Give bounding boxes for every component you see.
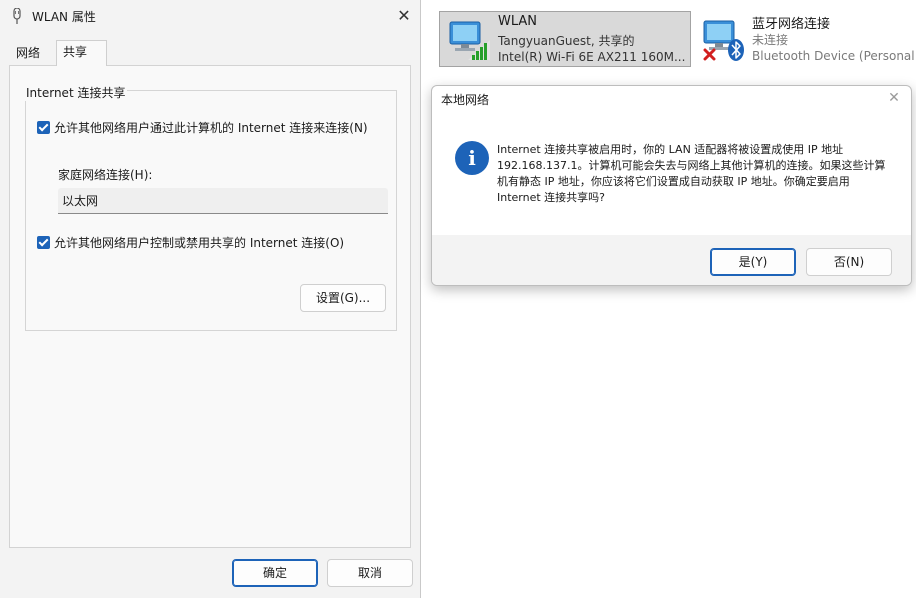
tab-network[interactable]: 网络 — [9, 41, 47, 64]
message-line: 机有静态 IP 地址，你应该将它们设置成自动获取 IP 地址。你确定要启用 — [497, 175, 850, 188]
tile-name: 蓝牙网络连接 — [752, 17, 831, 32]
dialog-title: 本地网络 — [441, 93, 490, 107]
bluetooth-adapter-icon — [703, 20, 744, 61]
tab-sharing[interactable]: 共享 — [56, 40, 107, 66]
allow-connect-checkbox[interactable] — [37, 121, 50, 134]
wlan-properties-window: WLAN 属性 ✕ 网络 共享 Internet 连接共享 允许其他网络用户通过… — [0, 0, 421, 598]
tile-status: TangyuanGuest, 共享的 — [498, 34, 635, 48]
message-line: Internet 连接共享吗? — [497, 191, 606, 204]
dialog-close-button[interactable]: ✕ — [885, 89, 903, 107]
dialog-message: Internet 连接共享被启用时，你的 LAN 适配器将被设置成使用 IP 地… — [497, 142, 887, 206]
local-network-dialog: 本地网络 ✕ i Internet 连接共享被启用时，你的 LAN 适配器将被设… — [431, 85, 912, 286]
close-button[interactable]: ✕ — [390, 4, 418, 28]
dialog-footer: 是(Y) 否(N) — [432, 235, 911, 285]
allow-control-label[interactable]: 允许其他网络用户控制或禁用共享的 Internet 连接(O) — [54, 234, 344, 251]
tile-device: Bluetooth Device (Personal A — [752, 49, 916, 63]
no-button[interactable]: 否(N) — [806, 248, 892, 276]
ics-group-title: Internet 连接共享 — [24, 84, 128, 101]
allow-control-checkbox[interactable] — [37, 236, 50, 249]
network-tile-wlan[interactable]: WLAN TangyuanGuest, 共享的 Intel(R) Wi-Fi 6… — [439, 11, 691, 67]
yes-button[interactable]: 是(Y) — [710, 248, 796, 276]
home-network-select[interactable]: 以太网 — [58, 188, 388, 214]
tile-name: WLAN — [498, 14, 538, 29]
ok-button[interactable]: 确定 — [232, 559, 318, 587]
message-line: 192.168.137.1。计算机可能会失去与网络上其他计算机的连接。如果这些计… — [497, 159, 886, 172]
tile-device: Intel(R) Wi-Fi 6E AX211 160M... — [498, 50, 686, 64]
network-tile-bluetooth[interactable]: 蓝牙网络连接 未连接 Bluetooth Device (Personal A — [694, 11, 916, 67]
allow-connect-label[interactable]: 允许其他网络用户通过此计算机的 Internet 连接来连接(N) — [54, 119, 368, 136]
wifi-adapter-icon — [449, 21, 490, 60]
home-network-label: 家庭网络连接(H): — [58, 168, 153, 182]
disconnected-x-icon — [703, 48, 716, 61]
cancel-button[interactable]: 取消 — [327, 559, 413, 587]
network-adapter-icon — [13, 8, 21, 24]
tile-status: 未连接 — [752, 33, 789, 47]
message-line: Internet 连接共享被启用时，你的 LAN 适配器将被设置成使用 IP 地… — [497, 143, 844, 156]
settings-button[interactable]: 设置(G)... — [300, 284, 386, 312]
title-bar[interactable]: WLAN 属性 ✕ — [0, 0, 421, 32]
info-icon: i — [455, 141, 489, 175]
window-title: WLAN 属性 — [32, 10, 96, 24]
